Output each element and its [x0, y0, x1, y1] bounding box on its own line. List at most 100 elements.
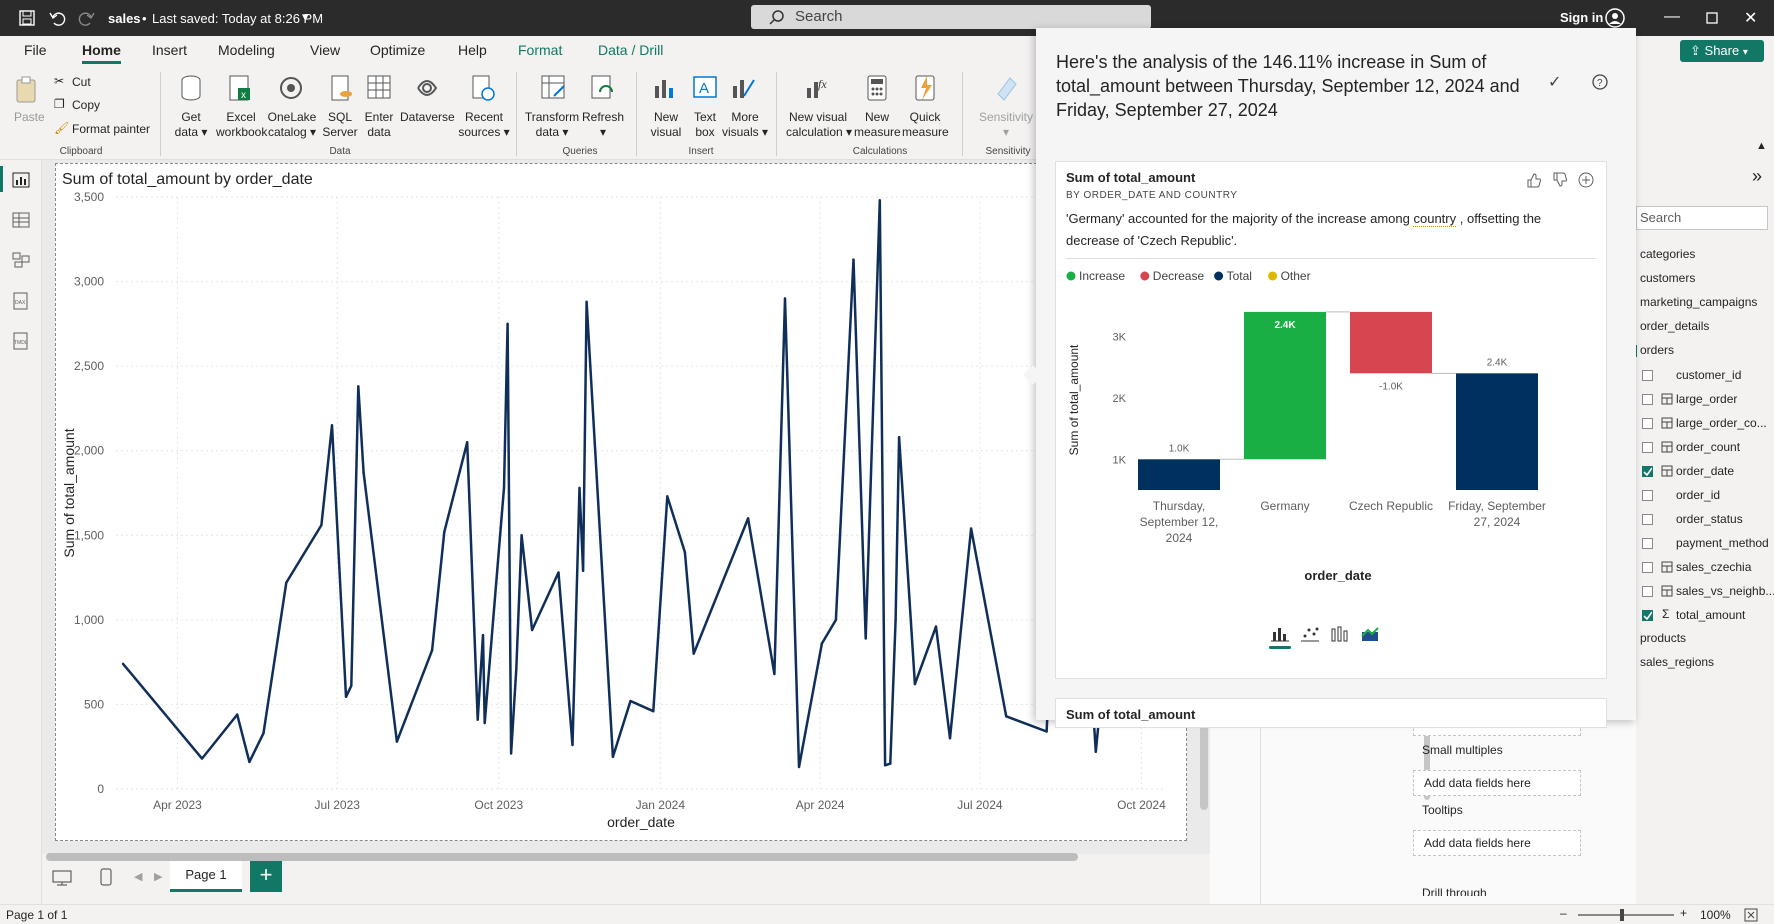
tab-file[interactable]: File	[24, 42, 47, 58]
refresh-button[interactable]: Refresh ▾	[580, 110, 626, 140]
field-checkbox[interactable]	[1642, 418, 1653, 429]
field-checkbox[interactable]	[1642, 442, 1653, 453]
field-item[interactable]: sales_vs_neighb...	[1676, 584, 1774, 598]
canvas-scrollbar[interactable]	[46, 853, 1078, 861]
field-checkbox[interactable]	[1642, 514, 1653, 525]
chevron-down-icon[interactable]: ▾	[302, 9, 309, 25]
tmdl-view-icon[interactable]: TMDL	[12, 332, 30, 350]
fields-search-input[interactable]: Search	[1636, 206, 1768, 230]
account-icon[interactable]	[1605, 8, 1625, 28]
transform-data-button[interactable]: Transform data ▾	[522, 110, 582, 140]
table-view-icon[interactable]	[12, 212, 30, 228]
field-checkbox[interactable]	[1642, 562, 1653, 573]
paste-icon[interactable]	[14, 76, 40, 104]
field-checkbox[interactable]	[1642, 466, 1653, 477]
sql-server-button[interactable]: SQL Server	[320, 110, 360, 140]
field-item[interactable]: order_date	[1676, 464, 1734, 478]
copy-button[interactable]: Copy	[72, 98, 100, 113]
field-checkbox[interactable]	[1642, 610, 1653, 621]
model-view-icon[interactable]	[12, 252, 30, 268]
zoom-out-icon[interactable]: –	[1560, 906, 1567, 920]
cut-button[interactable]: Cut	[72, 75, 91, 90]
field-checkbox[interactable]	[1642, 490, 1653, 501]
field-item[interactable]: total_amount	[1676, 608, 1745, 622]
collapse-ribbon-icon[interactable]: ▲	[1756, 140, 1767, 152]
get-data-button[interactable]: Get data ▾	[170, 110, 212, 140]
close-icon[interactable]: ✕	[1744, 8, 1757, 28]
maximize-icon[interactable]	[1706, 12, 1718, 24]
scatter-chart-icon[interactable]	[1299, 624, 1321, 644]
field-item[interactable]: customer_id	[1676, 368, 1741, 382]
add-to-report-icon[interactable]	[1578, 172, 1594, 188]
mobile-layout-icon[interactable]	[100, 868, 112, 886]
minimize-icon[interactable]: —	[1664, 8, 1680, 26]
field-item[interactable]: order_status	[1676, 512, 1743, 526]
excel-workbook-button[interactable]: Excel workbook	[216, 110, 267, 140]
help-icon[interactable]: ?	[1592, 74, 1608, 90]
field-checkbox[interactable]	[1642, 394, 1653, 405]
fit-to-page-icon[interactable]	[1744, 908, 1758, 922]
next-page-icon[interactable]: ▶	[154, 870, 162, 883]
tab-help[interactable]: Help	[458, 42, 487, 58]
expand-pane-icon[interactable]: »	[1752, 166, 1762, 187]
field-item[interactable]: large_order_co...	[1676, 416, 1767, 430]
sensitivity-button[interactable]: Sensitivity ▾	[976, 110, 1036, 140]
field-table[interactable]: orders	[1640, 343, 1674, 357]
field-item[interactable]: order_id	[1676, 488, 1720, 502]
sign-in-link[interactable]: Sign in	[1560, 10, 1603, 25]
line-column-icon[interactable]	[1359, 624, 1381, 644]
thumbs-up-icon[interactable]	[1526, 172, 1542, 188]
more-visuals-button[interactable]: More visuals ▾	[720, 110, 770, 140]
redo-icon[interactable]	[78, 9, 96, 27]
dataverse-button[interactable]: Dataverse	[400, 110, 455, 125]
onelake-catalog-button[interactable]: OneLake catalog ▾	[266, 110, 318, 140]
small-multiples-well[interactable]: Add data fields here	[1413, 770, 1581, 796]
tab-format[interactable]: Format	[518, 42, 562, 58]
insight-field-link[interactable]: country	[1413, 211, 1457, 227]
tab-home[interactable]: Home	[82, 42, 121, 64]
tab-data-drill[interactable]: Data / Drill	[598, 42, 663, 58]
file-name[interactable]: sales	[108, 11, 141, 26]
field-checkbox[interactable]	[1642, 370, 1653, 381]
line-chart-visual[interactable]: Sum of total_amount by order_date 0 500 1,0…	[55, 163, 1187, 841]
field-checkbox[interactable]	[1642, 586, 1653, 597]
quick-measure-button[interactable]: Quick measure	[902, 110, 949, 140]
tab-insert[interactable]: Insert	[152, 42, 187, 58]
save-icon[interactable]	[18, 9, 36, 27]
column-chart-icon[interactable]	[1269, 624, 1291, 644]
tooltips-well[interactable]: Add data fields here	[1413, 830, 1581, 856]
report-view-icon[interactable]	[12, 172, 30, 188]
undo-icon[interactable]	[48, 9, 66, 27]
tab-optimize[interactable]: Optimize	[370, 42, 425, 58]
prev-page-icon[interactable]: ◀	[134, 870, 142, 883]
tab-view[interactable]: View	[310, 42, 340, 58]
scrollbar[interactable]	[1200, 720, 1208, 810]
zoom-slider-thumb[interactable]	[1620, 909, 1624, 921]
text-box-button[interactable]: Text box	[688, 110, 722, 140]
clustered-column-icon[interactable]	[1329, 624, 1351, 644]
desktop-layout-icon[interactable]	[52, 870, 72, 886]
tab-modeling[interactable]: Modeling	[218, 42, 275, 58]
search-box[interactable]: Search	[751, 5, 1151, 29]
field-table[interactable]: products	[1640, 631, 1686, 645]
add-page-button[interactable]: +	[250, 860, 282, 892]
format-painter-button[interactable]: Format painter	[72, 122, 150, 137]
field-item[interactable]: order_count	[1676, 440, 1740, 454]
recent-sources-button[interactable]: Recent sources ▾	[458, 110, 510, 140]
thumbs-down-icon[interactable]	[1552, 172, 1568, 188]
enter-data-button[interactable]: Enter data	[362, 110, 396, 140]
share-button[interactable]: ⇪ Share ▾	[1680, 40, 1764, 62]
field-item[interactable]: large_order	[1676, 392, 1737, 406]
new-measure-button[interactable]: New measure	[854, 110, 901, 140]
field-table[interactable]: marketing_campaigns	[1640, 295, 1757, 309]
check-icon[interactable]: ✓	[1548, 72, 1561, 92]
dax-query-view-icon[interactable]: DAX	[12, 292, 30, 310]
field-table[interactable]: sales_regions	[1640, 655, 1714, 669]
field-item[interactable]: payment_method	[1676, 536, 1769, 550]
new-visual-calculation-button[interactable]: New visual calculation ▾	[786, 110, 852, 140]
field-table[interactable]: categories	[1640, 247, 1695, 261]
field-table[interactable]: order_details	[1640, 319, 1709, 333]
paste-button[interactable]: Paste	[14, 110, 45, 125]
page-tab[interactable]: Page 1	[170, 860, 242, 892]
zoom-in-icon[interactable]: +	[1680, 906, 1687, 920]
